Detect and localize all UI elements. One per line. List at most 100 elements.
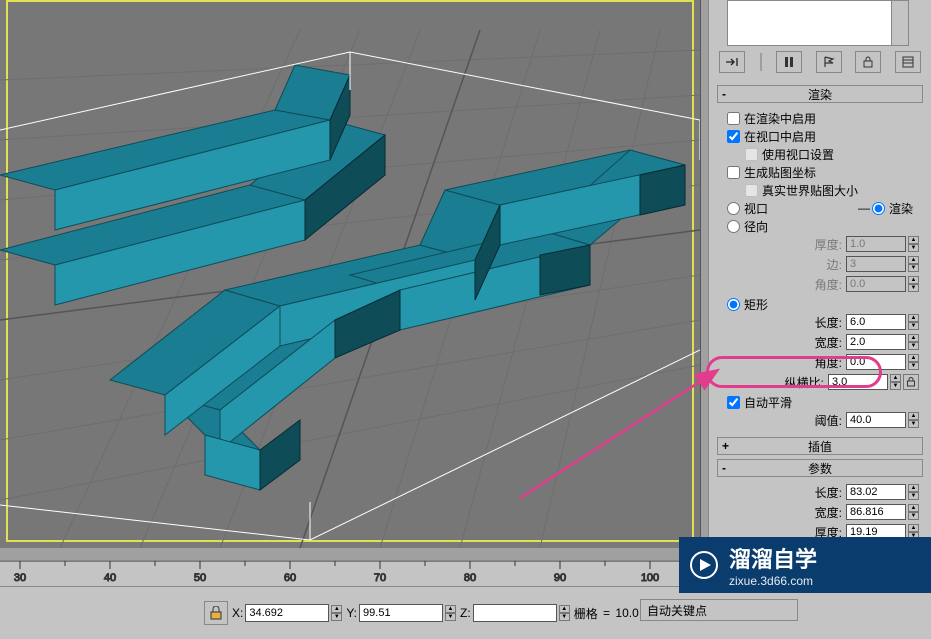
spinner-param-width[interactable] [846,504,906,520]
rollout-container: - 渲染 在渲染中启用 在视口中启用 使用视口设置 生成贴图坐标 真实世界贴图大… [717,85,923,545]
grid-label: 栅格 [574,605,598,622]
expand-icon: + [722,439,729,453]
spinner-threshold[interactable] [846,412,906,428]
coord-x: X: ▲▼ [232,604,342,622]
spinner-param-length[interactable] [846,484,906,500]
spinner-thickness [846,236,906,252]
svg-text:90: 90 [554,572,566,584]
collapse-icon: - [722,87,726,101]
radio-radial[interactable] [727,220,740,233]
grid-value: 10.0 [615,606,638,620]
label-rect-angle: 角度: [815,354,842,371]
rollout-header-render[interactable]: - 渲染 [717,85,923,103]
radio-render-mode[interactable] [872,202,885,215]
checkbox-enable-render[interactable] [727,112,740,125]
panel-icon-row [719,50,921,74]
transform-lock-button[interactable] [204,601,228,625]
spinner-rect-length[interactable] [846,314,906,330]
checkbox-gen-map[interactable] [727,166,740,179]
label-radial-angle: 角度: [815,276,842,293]
spinner-buttons[interactable]: ▲▼ [559,605,570,621]
spinner-buttons[interactable]: ▲▼ [908,334,919,350]
coord-y: Y: ▲▼ [346,604,456,622]
autokey-label: 自动关键点 [647,602,707,619]
label-thickness: 厚度: [815,236,842,253]
autokey-button[interactable]: 自动关键点 [640,599,798,621]
label-threshold: 阈值: [815,412,842,429]
radio-rectangular[interactable] [727,298,740,311]
svg-text:60: 60 [284,572,296,584]
flag-icon[interactable] [816,51,842,73]
lock-icon [906,377,916,387]
pause-icon[interactable] [776,51,802,73]
checkbox-autosmooth[interactable] [727,396,740,409]
viewport-content [0,0,700,548]
lock-icon [209,606,223,620]
label-enable-viewport: 在视口中启用 [744,128,816,145]
spinner-buttons: ▲▼ [908,276,919,292]
rollout-body-render: 在渲染中启用 在视口中启用 使用视口设置 生成贴图坐标 真实世界贴图大小 视口 … [717,107,923,437]
spinner-rect-width[interactable] [846,334,906,350]
spinner-radial-angle [846,276,906,292]
divider-icon [759,52,763,72]
checkbox-use-viewport-settings [745,148,758,161]
play-logo-icon [689,550,719,580]
coord-x-input[interactable] [245,604,329,622]
rollout-title-interpolation: 插值 [808,438,832,455]
rollout-header-parameters[interactable]: - 参数 [717,459,923,477]
coord-z-input[interactable] [473,604,557,622]
checkbox-enable-viewport[interactable] [727,130,740,143]
pin-left-icon[interactable] [719,51,745,73]
label-render-mode: 渲染 [889,200,913,217]
label-rect-width: 宽度: [815,334,842,351]
svg-text:80: 80 [464,572,476,584]
svg-text:30: 30 [14,572,26,584]
watermark-brand: 溜溜自学 [729,542,817,574]
spinner-buttons[interactable]: ▲▼ [908,484,919,500]
radio-viewport-mode[interactable] [727,202,740,215]
label-viewport-mode: 视口 [744,200,768,217]
label-aspect: 纵横比: [785,374,824,391]
svg-text:70: 70 [374,572,386,584]
svg-text:40: 40 [104,572,116,584]
spinner-buttons: ▲▼ [908,236,919,252]
spinner-buttons[interactable]: ▲▼ [445,605,456,621]
spinner-buttons[interactable]: ▲▼ [890,374,901,390]
time-ruler[interactable]: 30 40 50 60 70 80 90 100 [0,560,700,587]
spinner-buttons: ▲▼ [908,256,919,272]
label-gen-map: 生成贴图坐标 [744,164,816,181]
coord-y-input[interactable] [359,604,443,622]
label-realworld-map: 真实世界贴图大小 [762,182,858,199]
label-radial: 径向 [744,218,768,235]
swatch-scrollbar[interactable] [891,0,909,46]
spinner-buttons[interactable]: ▲▼ [908,504,919,520]
viewport[interactable] [0,0,701,548]
label-param-length: 长度: [815,484,842,501]
label-enable-render: 在渲染中启用 [744,110,816,127]
rollout-header-interpolation[interactable]: + 插值 [717,437,923,455]
collapse-icon: - [722,461,726,475]
sheet-icon[interactable] [895,51,921,73]
spinner-buttons[interactable]: ▲▼ [331,605,342,621]
spinner-buttons[interactable]: ▲▼ [908,314,919,330]
spinner-buttons[interactable]: ▲▼ [908,354,919,370]
label-rect-length: 长度: [815,314,842,331]
spinner-buttons[interactable]: ▲▼ [908,412,919,428]
label-sides: 边: [827,256,842,273]
rollout-title-render: 渲染 [808,86,832,103]
spinner-aspect[interactable] [828,374,888,390]
label-autosmooth: 自动平滑 [744,394,792,411]
label-param-width: 宽度: [815,504,842,521]
label-use-viewport-settings: 使用视口设置 [762,146,834,163]
coord-x-label: X: [232,606,243,620]
rollout-body-parameters: 长度:▲▼ 宽度:▲▼ 厚度:▲▼ [717,481,923,545]
spinner-rect-angle[interactable] [846,354,906,370]
grid-readout: 栅格 = 10.0 [574,605,639,622]
lock-icon[interactable] [855,51,881,73]
aspect-lock-button[interactable] [903,374,919,390]
label-rectangular: 矩形 [744,296,768,313]
spinner-sides [846,256,906,272]
checkbox-realworld-map [745,184,758,197]
name-color-swatch[interactable] [727,0,893,46]
coord-y-label: Y: [346,606,357,620]
